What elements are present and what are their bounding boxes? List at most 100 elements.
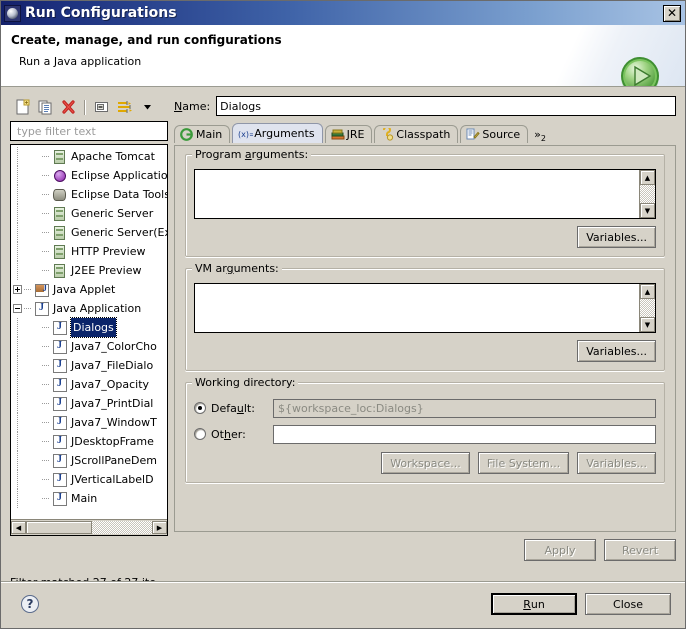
dialog-footer: ? Run Close xyxy=(1,581,685,628)
tree-item-java7-filedialo[interactable]: Java7_FileDialo xyxy=(11,356,167,375)
delete-red-x-icon[interactable] xyxy=(58,98,78,117)
tab-label: Main xyxy=(196,128,223,141)
tree-item-dialogs[interactable]: Dialogs xyxy=(11,317,167,338)
revert-button[interactable]: Revert xyxy=(604,539,676,561)
tree-item-jdesktopframe[interactable]: JDesktopFrame xyxy=(11,432,167,451)
program-arguments-actions: Variables... xyxy=(194,226,656,248)
search-input[interactable] xyxy=(15,123,167,139)
variables-button[interactable]: Variables... xyxy=(577,452,656,474)
tree-item-label: JDesktopFrame xyxy=(71,435,154,448)
tree-connector xyxy=(42,242,52,261)
tab-jre[interactable]: JRE xyxy=(324,125,373,143)
tree-item-jverticallabeld[interactable]: JVerticalLabelD xyxy=(11,470,167,489)
program-arguments-field[interactable] xyxy=(195,170,639,218)
tab-arguments[interactable]: (x)= Arguments xyxy=(232,123,323,143)
configuration-name-input[interactable] xyxy=(216,96,676,116)
scroll-down-arrow-icon[interactable]: ▼ xyxy=(640,317,655,332)
tree-connector xyxy=(42,394,52,413)
vm-arguments-textarea[interactable]: ▲ ▼ xyxy=(194,283,656,333)
tab-source[interactable]: Source xyxy=(460,125,529,143)
tree-item-generic-server[interactable]: Generic Server xyxy=(11,204,167,223)
scroll-up-arrow-icon[interactable]: ▲ xyxy=(640,284,655,299)
expand-icon[interactable] xyxy=(11,280,24,299)
tree-item-label: JVerticalLabelD xyxy=(71,473,154,486)
tree-item-http-preview[interactable]: HTTP Preview xyxy=(11,242,167,261)
tree-connector xyxy=(42,489,52,508)
other-directory-input[interactable] xyxy=(273,424,656,444)
duplicate-launch-configuration-button[interactable] xyxy=(35,98,55,117)
tree-connector xyxy=(42,185,52,204)
tree-indent xyxy=(11,204,29,223)
help-icon[interactable]: ? xyxy=(21,595,39,613)
run-button[interactable]: Run xyxy=(491,593,577,615)
scrollbar-track[interactable] xyxy=(92,521,152,534)
close-button[interactable]: Close xyxy=(585,593,671,615)
svg-text:(x)=: (x)= xyxy=(238,130,253,139)
tree-item-apache-tomcat[interactable]: Apache Tomcat xyxy=(11,147,167,166)
java-icon xyxy=(52,415,68,431)
collapse-icon[interactable] xyxy=(11,299,24,318)
tree-item-generic-server-ext[interactable]: Generic Server(Ext xyxy=(11,223,167,242)
tree-item-java-application[interactable]: Java Application xyxy=(11,299,167,318)
other-radio[interactable] xyxy=(194,428,206,440)
tree-item-jscrollpanedem[interactable]: JScrollPaneDem xyxy=(11,451,167,470)
filter-arrows-icon[interactable] xyxy=(114,98,134,117)
tree-item-eclipse-data-tools[interactable]: Eclipse Data Tools xyxy=(11,185,167,204)
vm-arguments-field[interactable] xyxy=(195,284,639,332)
tree-item-main[interactable]: Main xyxy=(11,489,167,508)
java-icon xyxy=(34,301,50,317)
tree-connector xyxy=(42,337,52,356)
java-icon xyxy=(52,320,68,336)
tree-indent xyxy=(11,337,29,356)
scroll-up-arrow-icon[interactable]: ▲ xyxy=(640,170,655,185)
launch-configurations-tree[interactable]: Apache Tomcat Eclipse Application Eclipse … xyxy=(10,144,168,536)
server-icon xyxy=(52,206,68,222)
program-arguments-textarea[interactable]: ▲ ▼ xyxy=(194,169,656,219)
program-variables-button[interactable]: Variables... xyxy=(577,226,656,248)
configuration-tabs: Main (x)= Arguments JRE Classpath Source »2 xyxy=(174,123,676,143)
scroll-left-arrow-icon[interactable]: ◀ xyxy=(11,521,26,534)
tab-main[interactable]: Main xyxy=(174,125,231,143)
file-system-button[interactable]: File System... xyxy=(477,452,570,474)
default-radio[interactable] xyxy=(194,402,206,414)
tree-connector xyxy=(42,470,52,489)
scrollbar-thumb[interactable] xyxy=(26,521,92,534)
workspace-button[interactable]: Workspace... xyxy=(381,452,470,474)
classpath-jar-icon xyxy=(380,125,394,141)
source-pencil-icon xyxy=(466,128,481,141)
tree-item-java7-colorcho[interactable]: Java7_ColorCho xyxy=(11,337,167,356)
program-arguments-scrollbar[interactable]: ▲ ▼ xyxy=(639,170,655,218)
scrollbar-track[interactable] xyxy=(640,299,655,317)
tree-item-label: Main xyxy=(71,492,98,505)
tree-item-java7-windowt[interactable]: Java7_WindowT xyxy=(11,413,167,432)
vm-variables-button[interactable]: Variables... xyxy=(577,340,656,362)
default-radio-label: Default: xyxy=(211,401,255,415)
tree-item-java7-printdial[interactable]: Java7_PrintDial xyxy=(11,394,167,413)
purple-icon xyxy=(52,168,68,184)
chevron-down-icon[interactable] xyxy=(137,98,157,117)
tree-indent xyxy=(11,375,29,394)
filter-input-wrapper[interactable] xyxy=(10,121,168,141)
close-icon[interactable]: ✕ xyxy=(663,4,681,22)
apply-button[interactable]: Apply xyxy=(524,539,596,561)
scroll-down-arrow-icon[interactable]: ▼ xyxy=(640,203,655,218)
scrollbar-track[interactable] xyxy=(640,185,655,203)
vm-arguments-scrollbar[interactable]: ▲ ▼ xyxy=(639,284,655,332)
tree-item-label: Apache Tomcat xyxy=(71,150,155,163)
tree-item-java7-opacity[interactable]: Java7_Opacity xyxy=(11,375,167,394)
tab-classpath[interactable]: Classpath xyxy=(374,125,459,143)
scroll-right-arrow-icon[interactable]: ▶ xyxy=(152,521,167,534)
tree-horizontal-scrollbar[interactable]: ◀ ▶ xyxy=(11,519,167,535)
collapse-all-button[interactable] xyxy=(91,98,111,117)
tree-item-java-applet[interactable]: Java Applet xyxy=(11,280,167,299)
tree-item-eclipse-application[interactable]: Eclipse Application xyxy=(11,166,167,185)
tree-item-j2ee-preview[interactable]: J2EE Preview xyxy=(11,261,167,280)
tab-overflow-button[interactable]: »2 xyxy=(530,128,550,143)
new-launch-configuration-button[interactable] xyxy=(12,98,32,117)
